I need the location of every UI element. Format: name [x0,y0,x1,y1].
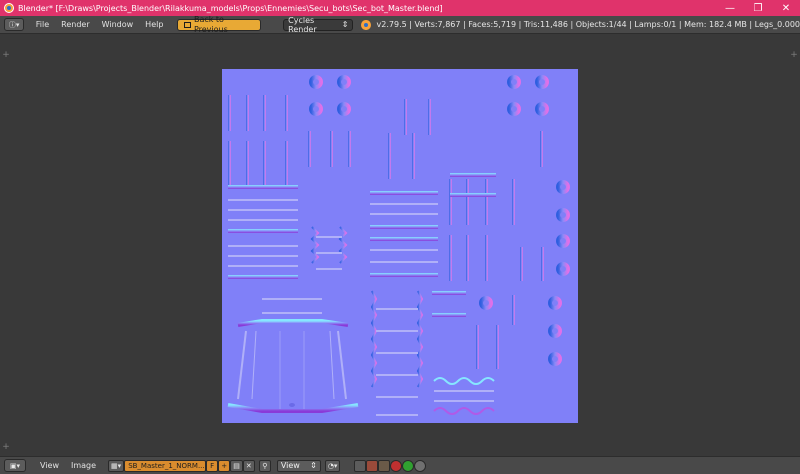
mode-select[interactable]: View ⇕ [276,459,321,472]
image-browse-button[interactable]: ▦▾ [108,459,125,472]
menu-view[interactable]: View [34,457,65,474]
menu-help[interactable]: Help [139,16,169,34]
fake-user-button[interactable]: F [206,459,219,472]
image-editor-type-button[interactable]: ▣▾ [4,459,26,472]
minimize-button[interactable]: — [716,0,744,16]
new-image-button[interactable]: + [218,459,231,472]
uv-island-horizontal-panels [228,173,496,317]
blender-window: Blender* [F:\Draws\Projects_Blender\Rila… [0,0,800,474]
close-button[interactable]: ✕ [772,0,800,16]
blender-app-icon [4,3,14,13]
uv-island-waves [433,377,495,415]
normal-map-islands [227,75,570,417]
maximize-button[interactable]: ❐ [744,0,772,16]
render-engine-value: Cycles Render [288,15,317,34]
pivot-select-button[interactable]: ◔▾ [324,459,341,472]
uv-island-strips-middle [308,99,544,369]
uv-island-strips-top-left [228,95,288,185]
green-channel-icon[interactable] [402,459,415,472]
dropdown-arrows-icon: ⇕ [310,461,317,470]
menu-render[interactable]: Render [55,16,95,34]
dropdown-arrows-icon: ⇕ [341,20,349,29]
paint-mask-icon[interactable] [366,459,379,472]
render-engine-select[interactable]: Cycles Render ⇕ [283,15,354,34]
paint-texture-icon[interactable] [378,459,391,472]
pin-image-button[interactable]: ⚲ [258,459,271,472]
title-bar: Blender* [F:\Draws\Projects_Blender\Rila… [0,0,800,16]
back-to-previous-button[interactable]: Back to Previous [177,15,262,34]
editor-type-button[interactable]: ⓘ▾ [4,18,25,31]
region-toggle-top-right-icon[interactable]: + [790,51,798,60]
region-toggle-top-left-icon[interactable]: + [2,51,10,60]
back-to-previous-label: Back to Previous [193,14,228,34]
unlink-image-button[interactable]: ✕ [242,459,255,472]
fullscreen-back-icon [184,21,191,28]
uv-island-body-shell [227,295,359,417]
uv-island-rings [309,75,570,366]
menu-window[interactable]: Window [96,16,140,34]
normal-map-texture [222,69,578,423]
info-header: ⓘ▾ File Render Window Help Back to Previ… [0,15,800,34]
open-image-button[interactable]: ▤ [230,459,243,472]
window-title: Blender* [F:\Draws\Projects_Blender\Rila… [18,3,443,13]
menu-image[interactable]: Image [65,457,102,474]
menu-file[interactable]: File [30,16,55,34]
image-editor-header: ▣▾ View Image ▦▾ SB_Master_1_NORM... F +… [0,456,800,474]
window-controls: — ❐ ✕ [716,0,800,16]
blender-logo-icon [361,19,371,30]
red-channel-icon[interactable] [390,459,403,472]
uv-image-editor[interactable]: + + + [0,35,800,456]
brush-icon[interactable] [354,459,367,472]
image-name-field[interactable]: SB_Master_1_NORM... [124,459,207,472]
alpha-channel-icon[interactable] [414,459,427,472]
region-toggle-bottom-left-icon[interactable]: + [2,443,10,452]
mode-value: View [280,461,300,470]
scene-statistics: v2.79.5 | Verts:7,867 | Faces:5,719 | Tr… [376,20,800,29]
